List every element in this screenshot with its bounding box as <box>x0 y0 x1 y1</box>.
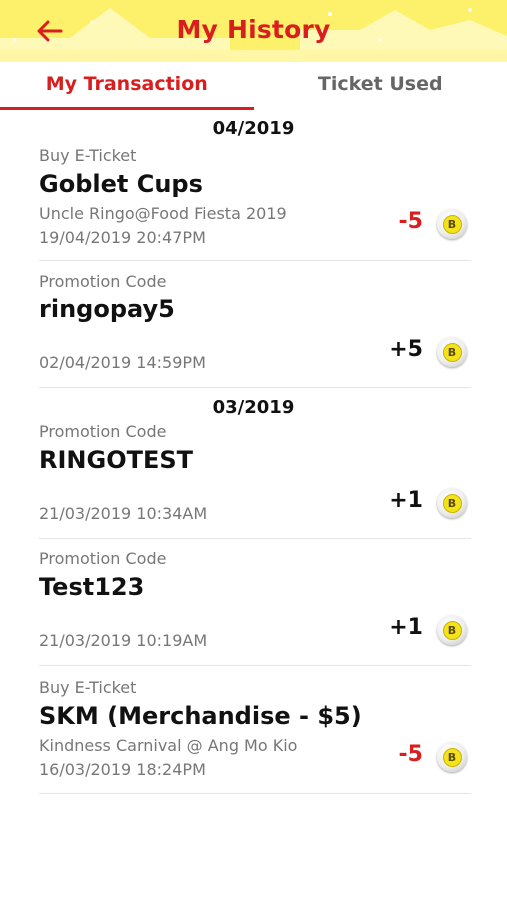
transaction-name: SKM (Merchandise - $5) <box>39 702 362 730</box>
tab-my-transaction[interactable]: My Transaction <box>0 62 254 110</box>
tab-ticket-used[interactable]: Ticket Used <box>254 62 507 110</box>
coin-icon: B <box>437 742 467 772</box>
coin-icon: B <box>437 209 467 239</box>
transaction-amount: -5 <box>398 209 423 234</box>
coin-letter: B <box>442 342 462 362</box>
transaction-name: ringopay5 <box>39 295 175 323</box>
transaction-row[interactable]: Promotion Code RINGOTEST 21/03/2019 10:3… <box>39 412 471 539</box>
transaction-date: 16/03/2019 18:24PM <box>39 760 206 779</box>
transaction-date: 21/03/2019 10:19AM <box>39 631 208 650</box>
transaction-amount: +1 <box>389 615 423 640</box>
transaction-row[interactable]: Buy E-Ticket Goblet Cups Uncle Ringo@Foo… <box>39 143 471 261</box>
tab-bar: My Transaction Ticket Used <box>0 62 507 110</box>
transaction-type: Promotion Code <box>39 549 167 568</box>
transaction-row[interactable]: Promotion Code Test123 21/03/2019 10:19A… <box>39 539 471 666</box>
transaction-type: Buy E-Ticket <box>39 678 137 697</box>
coin-letter: B <box>442 620 462 640</box>
transaction-name: Test123 <box>39 573 145 601</box>
transaction-type: Promotion Code <box>39 422 167 441</box>
transaction-date: 19/04/2019 20:47PM <box>39 228 206 247</box>
transaction-location: Kindness Carnival @ Ang Mo Kio <box>39 736 298 755</box>
transaction-amount: +1 <box>389 488 423 513</box>
coin-icon: B <box>437 615 467 645</box>
transaction-name: RINGOTEST <box>39 446 194 474</box>
transaction-amount: +5 <box>389 337 423 362</box>
transaction-row[interactable]: Buy E-Ticket SKM (Merchandise - $5) Kind… <box>39 666 471 794</box>
coin-icon: B <box>437 488 467 518</box>
transaction-type: Buy E-Ticket <box>39 146 137 165</box>
transaction-row[interactable]: Promotion Code ringopay5 02/04/2019 14:5… <box>39 261 471 388</box>
transaction-date: 21/03/2019 10:34AM <box>39 504 208 523</box>
header-bar: My History <box>0 0 507 62</box>
transaction-amount: -5 <box>398 742 423 767</box>
coin-letter: B <box>442 214 462 234</box>
transaction-type: Promotion Code <box>39 272 167 291</box>
coin-icon: B <box>437 337 467 367</box>
coin-letter: B <box>442 747 462 767</box>
page-title: My History <box>176 15 331 44</box>
month-header: 04/2019 <box>212 118 295 139</box>
transaction-name: Goblet Cups <box>39 170 203 198</box>
transaction-date: 02/04/2019 14:59PM <box>39 353 206 372</box>
transaction-location: Uncle Ringo@Food Fiesta 2019 <box>39 204 287 223</box>
coin-letter: B <box>442 493 462 513</box>
